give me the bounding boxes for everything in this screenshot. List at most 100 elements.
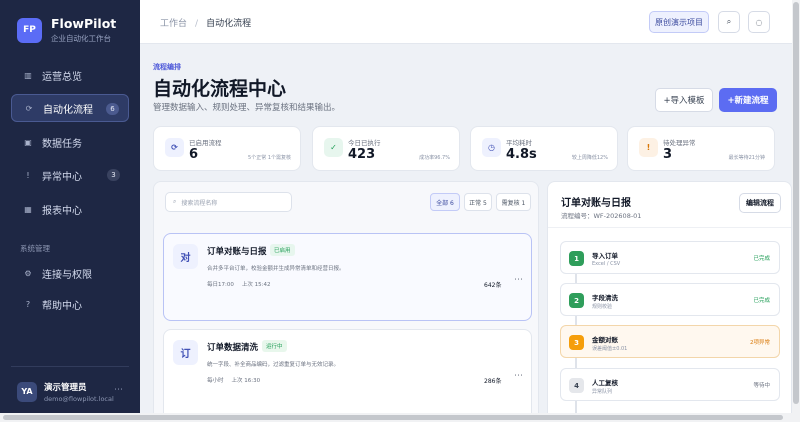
refresh-icon: ⟳: [25, 103, 33, 113]
divider: [548, 227, 791, 228]
scrollbar-thumb[interactable]: [793, 2, 799, 404]
step-card[interactable]: 3 金额对账 误差阈值±0.01 2项异常: [560, 325, 780, 358]
step-number: 4: [569, 378, 584, 393]
detail-title: 订单对账与日报: [561, 198, 631, 209]
workflow-description: 统一字段、补全商品编码，过滤重复订单与无效记录。: [207, 362, 340, 368]
step-number: 3: [569, 335, 584, 350]
breadcrumb-root[interactable]: 工作台: [160, 19, 187, 29]
sidebar-item-automation[interactable]: ⟳ 自动化流程 6: [11, 94, 129, 122]
stat-label: 平均耗时: [506, 139, 532, 147]
sidebar-item-label: 异常中心: [42, 171, 82, 183]
sidebar-item-help[interactable]: ? 帮助中心: [11, 290, 129, 318]
sidebar-item-reports[interactable]: ▦ 报表中心: [11, 195, 129, 223]
step-name: 导入订单: [592, 252, 618, 260]
dashboard-icon: ▥: [24, 70, 32, 80]
status-badge: 已启用: [270, 244, 295, 256]
workflow-description: 合并多平台订单，校验金额并生成异常清单和经营日报。: [207, 266, 345, 272]
filter-normal[interactable]: 正常 5: [464, 193, 492, 211]
step-name: 人工复核: [592, 379, 618, 387]
avatar: YA: [17, 381, 37, 402]
stat-value: 423: [348, 147, 376, 162]
stat-value: 4.8s: [506, 147, 537, 162]
step-state: 2项异常: [750, 340, 770, 346]
step-number: 1: [569, 251, 584, 266]
step-state: 等待中: [753, 383, 770, 389]
user-profile[interactable]: YA 演示管理员 demo@flowpilot.local ⋯: [11, 366, 129, 406]
stat-card-executed: ✓ 今日已执行 423 成功率96.7%: [312, 126, 460, 171]
sidebar-item-exceptions[interactable]: ! 异常中心 3: [11, 161, 129, 189]
stat-label: 待处理异常: [663, 139, 696, 147]
sidebar: FP FlowPilot 企业自动化工作台 ▥ 运营总览 ⟳ 自动化流程 6 ▣…: [0, 0, 140, 422]
workflow-schedule: 每日17:00: [207, 282, 234, 288]
clock-icon: ◷: [482, 138, 501, 157]
count-badge: 3: [107, 169, 120, 181]
import-template-button[interactable]: +导入模板: [655, 88, 713, 112]
filter-review[interactable]: 需复核 1: [496, 193, 531, 211]
topbar: 工作台 / 自动化流程 原创演示项目 ⌕ ◌: [140, 0, 792, 44]
step-card[interactable]: 2 字段清洗 规则校验 已完成: [560, 283, 780, 316]
sidebar-item-overview[interactable]: ▥ 运营总览: [11, 61, 129, 89]
more-icon[interactable]: ⋯: [514, 371, 523, 381]
step-state: 已完成: [753, 298, 770, 304]
new-workflow-button[interactable]: +新建流程: [719, 88, 777, 112]
workflow-count: 642条: [484, 282, 502, 289]
workflow-meta: 每日17:00 上次 15:42: [207, 280, 270, 288]
brand[interactable]: FP FlowPilot 企业自动化工作台: [17, 16, 116, 44]
workflow-meta: 每小时 上次 16:30: [207, 376, 260, 384]
sidebar-item-label: 帮助中心: [42, 300, 82, 312]
brand-logo: FP: [17, 17, 42, 43]
sidebar-item-label: 自动化流程: [43, 104, 93, 116]
breadcrumb: 工作台 / 自动化流程: [160, 16, 251, 29]
stat-note: 最长等待21分钟: [728, 155, 765, 161]
workflow-card[interactable]: 对 订单对账与日报 已启用 合并多平台订单，校验金额并生成异常清单和经营日报。 …: [163, 233, 532, 321]
brand-subtitle: 企业自动化工作台: [51, 34, 111, 43]
stat-note: 成功率96.7%: [419, 155, 450, 161]
sidebar-item-connections[interactable]: ⚙ 连接与权限: [11, 259, 129, 287]
detail-code: 流程编号：WF-202608-01: [561, 212, 642, 220]
sidebar-item-label: 连接与权限: [42, 269, 92, 281]
stat-note: 较上周降低12%: [571, 155, 608, 161]
stat-label: 今日已执行: [348, 139, 381, 147]
brand-name: FlowPilot: [51, 16, 117, 31]
database-icon: ▣: [24, 137, 32, 147]
page-title: 自动化流程中心: [153, 78, 287, 100]
help-icon: ?: [25, 299, 31, 309]
workflow-icon: ⟳: [165, 138, 184, 157]
edit-workflow-button[interactable]: 编辑流程: [739, 193, 781, 213]
step-name: 字段清洗: [592, 294, 618, 302]
step-subtitle: 异常队列: [592, 389, 613, 395]
step-state: 已完成: [753, 256, 770, 262]
stat-value: 6: [189, 147, 199, 162]
stat-card-exceptions: ! 待处理异常 3 最长等待21分钟: [627, 126, 775, 171]
workflow-last-run: 上次 15:42: [241, 282, 271, 288]
step-card[interactable]: 4 人工复核 异常队列 等待中: [560, 368, 780, 401]
stat-label: 已启用流程: [189, 139, 222, 147]
search-icon: ⌕: [173, 198, 177, 205]
workflow-list-panel: ⌕ 搜索流程名称 全部 6 正常 5 需复核 1 对 订单对账与日报 已启用 合…: [153, 181, 539, 422]
more-icon[interactable]: ⋯: [514, 275, 523, 285]
sidebar-item-label: 数据任务: [42, 138, 82, 150]
step-card[interactable]: 1 导入订单 Excel / CSV 已完成: [560, 241, 780, 274]
step-subtitle: 规则校验: [592, 304, 613, 310]
filter-all[interactable]: 全部 6: [430, 193, 460, 211]
horizontal-scrollbar[interactable]: [0, 413, 792, 422]
report-icon: ▦: [24, 204, 32, 214]
project-button[interactable]: 原创演示项目: [649, 11, 709, 33]
nav-section-label: 系统管理: [20, 244, 50, 253]
search-placeholder: 搜索流程名称: [181, 199, 218, 207]
vertical-scrollbar[interactable]: [792, 0, 800, 422]
search-icon[interactable]: ⌕: [718, 11, 740, 33]
workflow-avatar: 对: [173, 244, 198, 269]
count-badge: 6: [106, 103, 119, 115]
workflow-card[interactable]: 订 订单数据清洗 运行中 统一字段、补全商品编码，过滤重复订单与无效记录。 每小…: [163, 329, 532, 422]
stat-card-enabled: ⟳ 已启用流程 6 5个正常 1个需复核: [153, 126, 301, 171]
alert-icon: !: [26, 170, 30, 180]
settings-icon[interactable]: ◌: [748, 11, 770, 33]
scrollbar-thumb[interactable]: [3, 415, 783, 420]
sidebar-item-label: 运营总览: [42, 71, 82, 83]
workflow-avatar: 订: [173, 340, 198, 365]
sidebar-item-data-tasks[interactable]: ▣ 数据任务: [11, 128, 129, 156]
more-icon[interactable]: ⋯: [114, 385, 123, 395]
search-input[interactable]: ⌕ 搜索流程名称: [165, 192, 292, 212]
status-badge: 运行中: [262, 340, 287, 352]
